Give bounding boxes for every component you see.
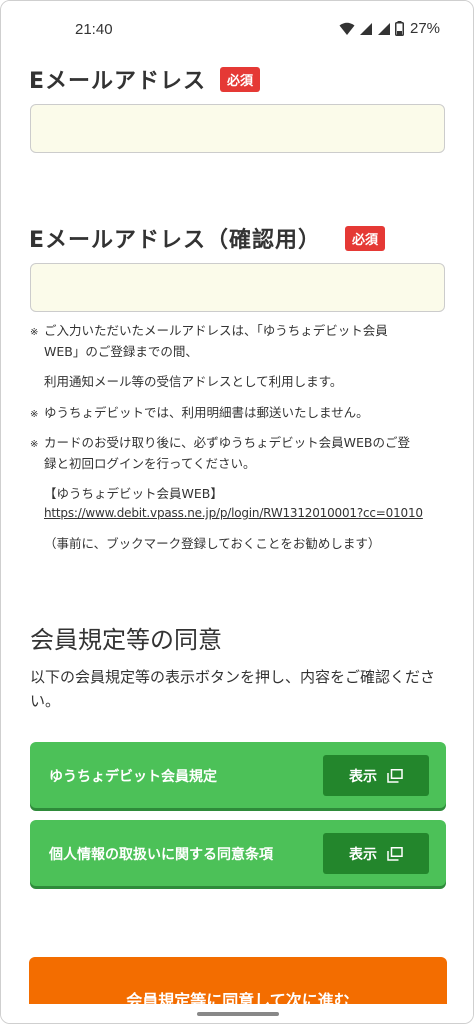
signal-icon [378, 22, 390, 35]
show-button-label: 表示 [349, 768, 377, 785]
external-window-icon [387, 768, 403, 783]
required-badge: 必須 [345, 225, 386, 251]
battery-percent: 27% [410, 20, 441, 37]
email-confirm-input[interactable] [30, 263, 445, 312]
show-member-rules-button[interactable]: 表示 [323, 755, 429, 796]
note-mark: ※ [30, 327, 39, 338]
note-1-line-3: 利用通知メール等の受信アドレスとして利用します。 [44, 374, 343, 389]
battery-icon [395, 21, 404, 36]
consent-item-privacy: 個人情報の取扱いに関する同意条項 表示 [30, 820, 446, 886]
email-confirm-label: Eメールアドレス（確認用） [29, 228, 322, 253]
consent-section-description: 以下の会員規定等の表示ボタンを押し、内容をご確認ください。 [30, 668, 436, 710]
note-2-text: ゆうちょデビットでは、利用明細書は郵送いたしません。 [44, 405, 369, 420]
note-mark: ※ [30, 439, 39, 450]
email-label: Eメールアドレス [29, 69, 207, 94]
note-3-line-2: 録と初回ログインを行ってください。 [44, 456, 256, 471]
navigation-bar [1, 1004, 473, 1023]
member-web-heading: 【ゆうちょデビット会員WEB】 [44, 486, 223, 501]
member-web-link[interactable]: https://www.debit.vpass.ne.jp/p/login/RW… [44, 506, 423, 520]
consent-item-member-rules: ゆうちょデビット会員規定 表示 [30, 742, 446, 808]
email-input[interactable] [30, 104, 445, 153]
note-3-line-1: カードのお受け取り後に、必ずゆうちょデビット会員WEBのご登 [44, 435, 410, 450]
home-gesture-handle[interactable] [197, 1012, 279, 1016]
wifi-icon [339, 22, 355, 35]
consent-item-label: ゆうちょデビット会員規定 [49, 769, 217, 785]
status-time: 21:40 [75, 21, 113, 38]
note-mark: ※ [30, 409, 39, 420]
note-2: ※ ゆうちょデビットでは、利用明細書は郵送いたしません。 [30, 403, 369, 425]
show-privacy-button[interactable]: 表示 [323, 833, 429, 874]
show-button-label: 表示 [349, 846, 377, 863]
email-label-row: Eメールアドレス 必須 [29, 63, 261, 95]
bookmark-note: （事前に、ブックマーク登録しておくことをお勧めします） [44, 536, 381, 551]
status-bar: 21:40 27% [1, 1, 473, 61]
note-3: ※ カードのお受け取り後に、必ずゆうちょデビット会員WEBのご登 [30, 433, 410, 455]
screen: 21:40 27% Eメールアドレス 必須 Eメールアドレス（確認用） 必須 ※… [0, 0, 474, 1024]
email-confirm-label-row: Eメールアドレス（確認用） 必須 [29, 222, 386, 254]
consent-item-label: 個人情報の取扱いに関する同意条項 [49, 847, 273, 863]
note-1-line-1: ご入力いただいたメールアドレスは、「ゆうちょデビット会員 [44, 323, 388, 338]
consent-section-title: 会員規定等の同意 [30, 626, 222, 654]
note-1: ※ ご入力いただいたメールアドレスは、「ゆうちょデビット会員 [30, 321, 388, 343]
required-badge: 必須 [220, 66, 261, 92]
note-1-line-2: WEB」のご登録までの間、 [44, 344, 198, 359]
status-icons: 27% [339, 20, 440, 37]
external-window-icon [387, 846, 403, 861]
signal-icon [360, 22, 372, 35]
